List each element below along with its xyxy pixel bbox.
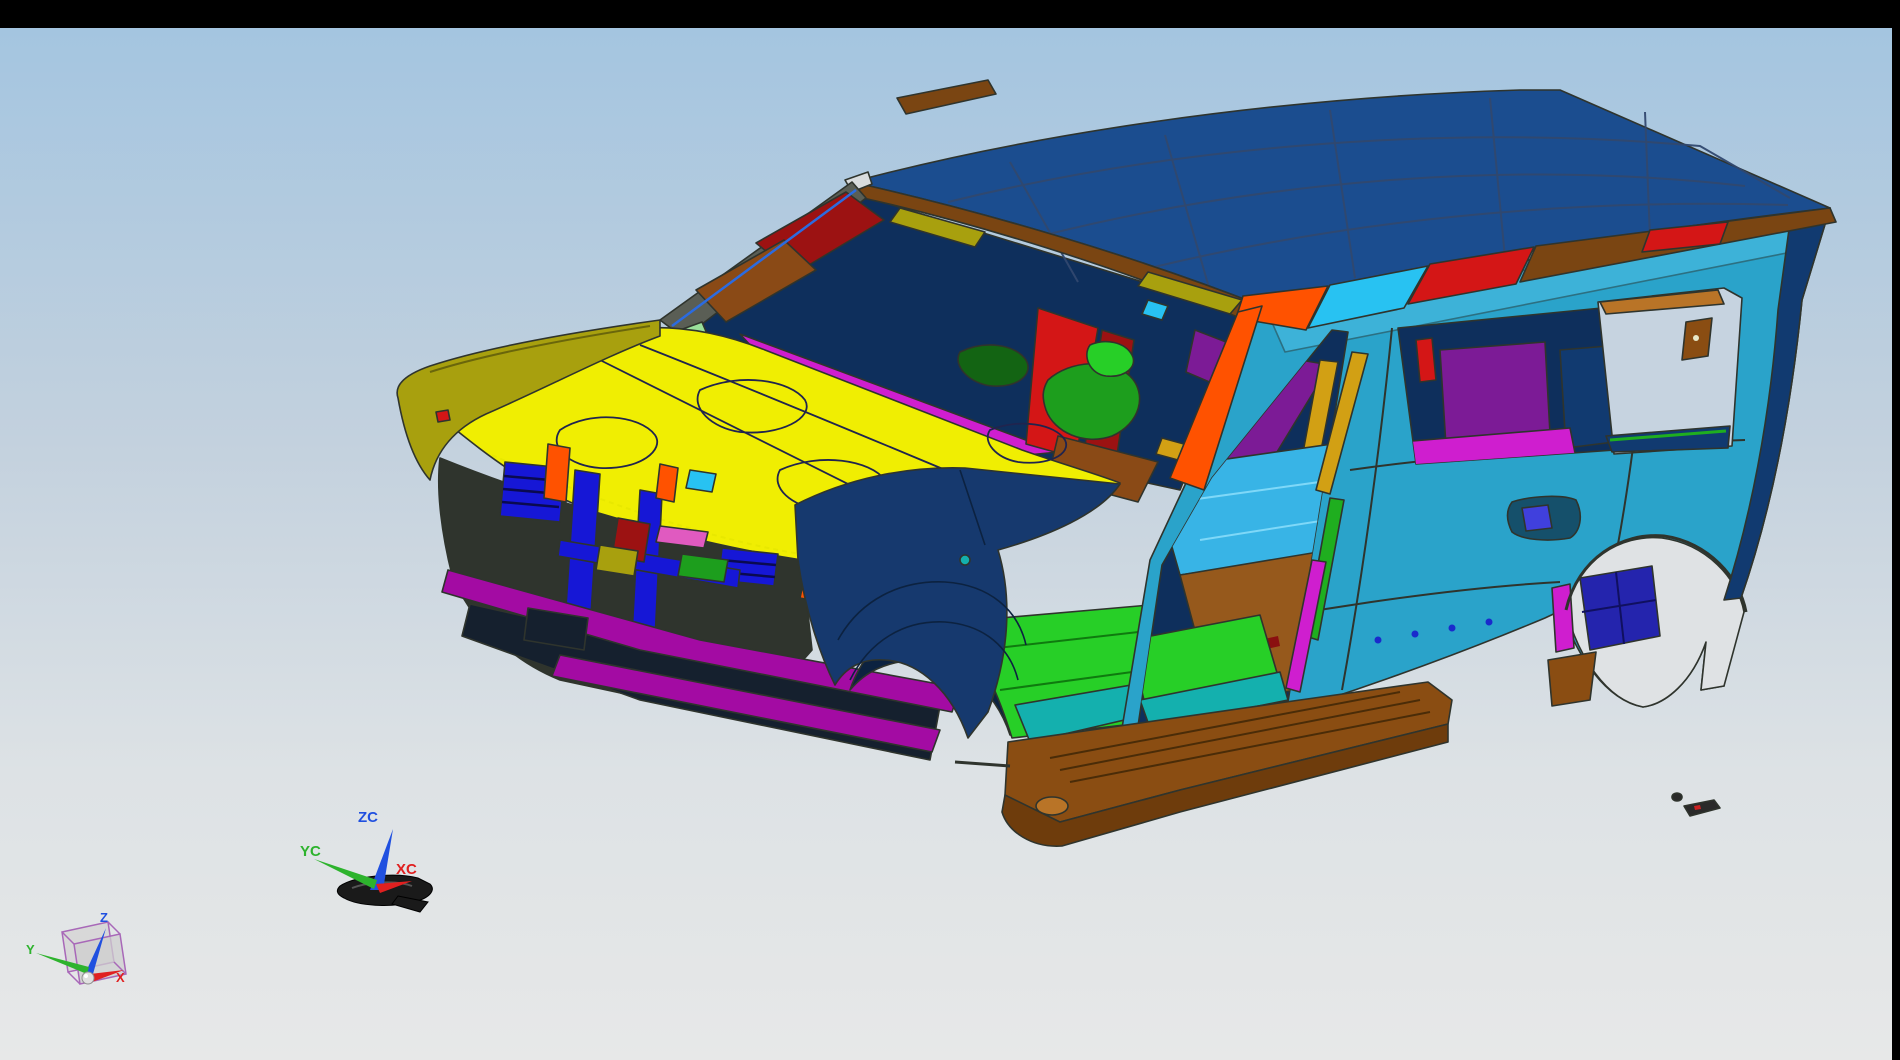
scene-svg: ZC YC XC Z Y X (0, 28, 1892, 1060)
abs-x-label: X (116, 970, 125, 985)
wcs-triad[interactable]: ZC YC XC (300, 809, 432, 912)
viewport[interactable]: ZC YC XC Z Y X (0, 28, 1892, 1060)
debris-parts[interactable] (1672, 793, 1720, 816)
door-handle[interactable] (1508, 496, 1581, 540)
window-top-bar (0, 0, 1900, 28)
application-window: ZC YC XC Z Y X (0, 0, 1900, 1060)
far-rail-tab (897, 80, 996, 114)
wcs-x-label: XC (396, 861, 417, 878)
absolute-triad[interactable]: Z Y X (26, 910, 126, 985)
window-right-bar (1892, 0, 1900, 1060)
car-model[interactable] (397, 80, 1836, 846)
abs-y-label: Y (26, 942, 35, 957)
wcs-y-label: YC (300, 843, 321, 860)
rear-sill-cap (1548, 652, 1596, 706)
wcs-z-label: ZC (358, 809, 378, 826)
abs-z-label: Z (100, 910, 108, 925)
quarter-window[interactable] (1598, 288, 1742, 454)
